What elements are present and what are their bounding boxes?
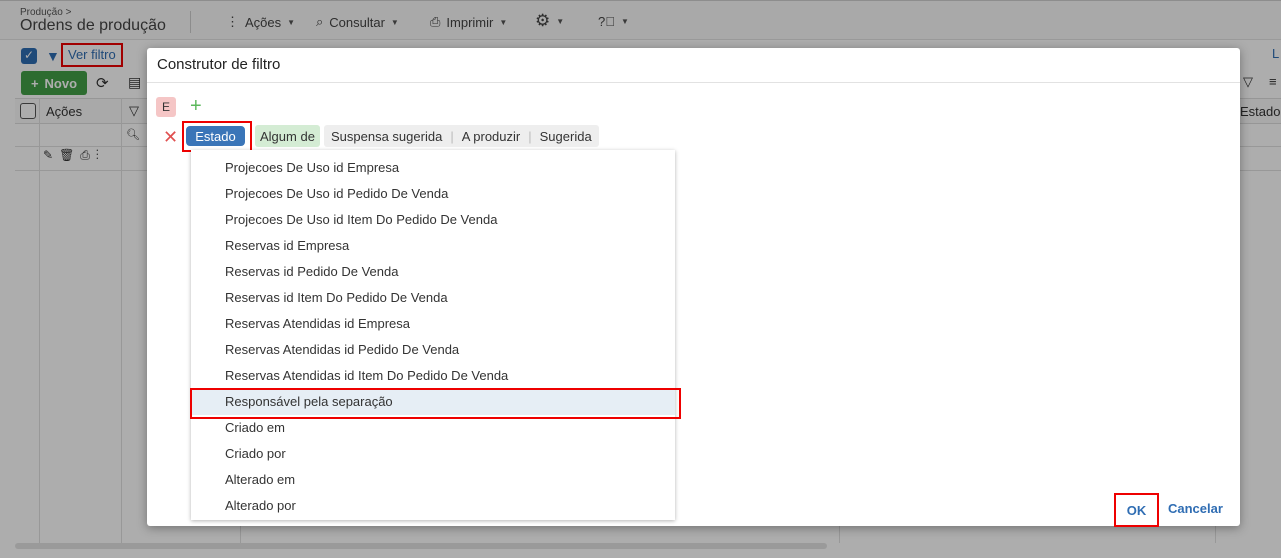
dropdown-item[interactable]: Alterado por (191, 493, 675, 519)
dropdown-item-highlight (190, 388, 681, 419)
value-separator: | (450, 128, 454, 144)
operator-selector[interactable]: Algum de (255, 125, 320, 147)
dialog-divider (147, 82, 1240, 83)
filter-builder-dialog: Construtor de filtro E + ✕ Estado Algum … (147, 48, 1240, 527)
dropdown-item[interactable]: Alterado em (191, 467, 675, 493)
close-icon[interactable]: ✕ (163, 128, 178, 146)
dropdown-item[interactable]: Projecoes De Uso id Pedido De Venda (191, 181, 675, 207)
value-item: Suspensa sugerida (331, 128, 443, 144)
value-item: Sugerida (539, 128, 592, 144)
values-selector[interactable]: Suspensa sugerida | A produzir | Sugerid… (324, 125, 599, 147)
dropdown-item[interactable]: Projecoes De Uso id Empresa (191, 155, 675, 181)
value-separator: | (528, 128, 532, 144)
value-item: A produzir (461, 128, 521, 144)
dropdown-item[interactable]: Reservas id Pedido De Venda (191, 259, 675, 285)
dropdown-item[interactable]: Projecoes De Uso id Item Do Pedido De Ve… (191, 207, 675, 233)
ok-button[interactable]: OK (1116, 495, 1157, 525)
group-operator-badge[interactable]: E (156, 97, 176, 117)
ok-button-highlight: OK (1114, 493, 1159, 527)
field-dropdown: Projecoes De Uso id Empresa Projecoes De… (191, 150, 675, 520)
dropdown-item[interactable]: Reservas id Empresa (191, 233, 675, 259)
dropdown-item[interactable]: Reservas Atendidas id Empresa (191, 311, 675, 337)
dropdown-item[interactable]: Reservas Atendidas id Item Do Pedido De … (191, 363, 675, 389)
cancel-button[interactable]: Cancelar (1168, 501, 1223, 516)
dropdown-item[interactable]: Reservas id Item Do Pedido De Venda (191, 285, 675, 311)
dropdown-item[interactable]: Criado por (191, 441, 675, 467)
dropdown-item[interactable]: Reservas Atendidas id Pedido De Venda (191, 337, 675, 363)
field-selector[interactable]: Estado (186, 126, 245, 146)
add-condition-icon[interactable]: + (190, 96, 202, 116)
dialog-title: Construtor de filtro (157, 56, 281, 73)
field-pill-highlight: Estado (182, 121, 252, 152)
horizontal-scrollbar[interactable] (15, 543, 827, 549)
